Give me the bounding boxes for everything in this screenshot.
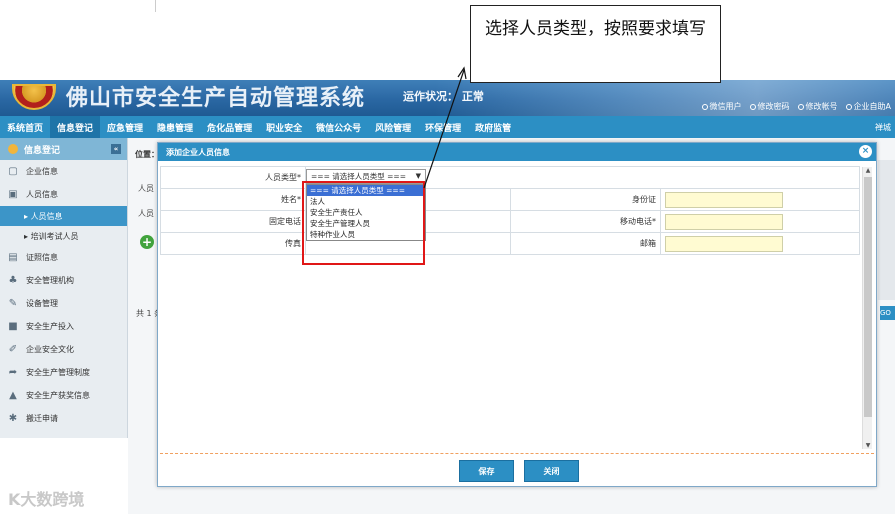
sidebar-header[interactable]: 信息登记 « [0, 138, 127, 160]
bg-label-1: 人员 [138, 184, 154, 193]
fax-label: 传真 [160, 232, 306, 255]
power-icon [845, 103, 852, 110]
person-card-icon: ▣ [8, 188, 18, 200]
right-scroll[interactable] [878, 160, 895, 300]
folder-icon [8, 144, 18, 154]
sidebar-item-awards[interactable]: ▲ 安全生产获奖信息 [0, 384, 127, 407]
email-label: 邮箱 [510, 232, 661, 255]
edit-icon: ✐ [8, 343, 18, 355]
scroll-thumb[interactable] [864, 177, 872, 417]
person-form: 人员类型* 姓名* 身份证 固定电话 移动电话* 传真 邮箱 [160, 166, 860, 255]
system-title: 佛山市安全生产自动管理系统 [66, 86, 366, 111]
bg-label-2: 人员 [138, 209, 154, 218]
watermark-logo: K大数跨境 [8, 490, 85, 509]
nav-chemicals[interactable]: 危化品管理 [200, 116, 259, 138]
id-input[interactable] [665, 191, 783, 208]
collapse-icon[interactable]: « [111, 144, 121, 154]
header-link-account[interactable]: 修改帐号 [797, 101, 838, 112]
sidebar-item-equipment[interactable]: ✎ 设备管理 [0, 292, 127, 315]
form-row: 固定电话 移动电话* [160, 210, 860, 233]
form-row: 人员类型* [160, 166, 860, 189]
scroll-up-icon[interactable]: ▲ [863, 167, 873, 174]
form-row: 姓名* 身份证 [160, 188, 860, 211]
save-button[interactable]: 保存 [459, 460, 514, 482]
nav-risk[interactable]: 风险管理 [368, 116, 418, 138]
close-button[interactable]: 关闭 [524, 460, 579, 482]
sidebar-item-company[interactable]: ▢ 企业信息 [0, 160, 127, 183]
modal-header: 添加企业人员信息 × [158, 143, 876, 161]
mobile-input[interactable] [665, 213, 783, 230]
person-type-label: 人员类型* [160, 166, 306, 189]
sidebar-sub-personnel-info[interactable]: ▸ 人员信息 [0, 206, 127, 226]
annotation-callout: 选择人员类型，按照要求填写 [470, 5, 721, 83]
group-icon: ♣ [8, 274, 18, 286]
email-cell [660, 232, 860, 255]
sidebar-item-organization[interactable]: ♣ 安全管理机构 [0, 269, 127, 292]
nav-occupational[interactable]: 职业安全 [259, 116, 309, 138]
modal-title: 添加企业人员信息 [166, 147, 230, 157]
share-icon: ➦ [8, 366, 18, 378]
nav-info-register[interactable]: 信息登记 [50, 116, 101, 138]
breadcrumb: 位置： [135, 150, 159, 159]
go-button[interactable]: GO [880, 306, 895, 320]
close-icon[interactable]: × [859, 145, 872, 158]
wrench-icon: ✎ [8, 297, 18, 309]
email-input[interactable] [665, 235, 783, 252]
power-icon [701, 103, 708, 110]
nav-government[interactable]: 政府监管 [468, 116, 518, 138]
sidebar: 信息登记 « ▢ 企业信息 ▣ 人员信息 ▸ 人员信息 ▸ 培训考试人员 ▤ 证照信息… [0, 138, 128, 438]
modal-scrollbar[interactable]: ▲ ▼ [862, 167, 872, 449]
divider-line [155, 0, 156, 12]
modal-body: 人员类型* 姓名* 身份证 固定电话 移动电话* 传真 邮箱 === 请选择人员… [160, 163, 862, 453]
sidebar-sub-training[interactable]: ▸ 培训考试人员 [0, 226, 127, 246]
money-icon: ■ [8, 320, 18, 332]
sidebar-item-personnel[interactable]: ▣ 人员信息 [0, 183, 127, 206]
add-icon[interactable]: + [140, 235, 154, 249]
sidebar-item-rules[interactable]: ➦ 安全生产管理制度 [0, 361, 127, 384]
header-links: 微信用户 修改密码 修改帐号 企业自助A [701, 101, 891, 112]
header-link-password[interactable]: 修改密码 [749, 101, 790, 112]
sidebar-item-investment[interactable]: ■ 安全生产投入 [0, 315, 127, 338]
name-label: 姓名* [160, 188, 306, 211]
sidebar-item-culture[interactable]: ✐ 企业安全文化 [0, 338, 127, 361]
form-row: 传真 邮箱 [160, 232, 860, 255]
mobile-label: 移动电话* [510, 210, 661, 233]
power-icon [749, 103, 756, 110]
phone-label: 固定电话 [160, 210, 306, 233]
sidebar-item-relocation[interactable]: ✱ 搬迁申请 [0, 407, 127, 430]
license-icon: ▤ [8, 251, 18, 263]
header-link-selfservice[interactable]: 企业自助A [845, 101, 891, 112]
id-label: 身份证 [510, 188, 661, 211]
award-icon: ▲ [9, 389, 17, 401]
main-nav: 系统首页 信息登记 应急管理 隐患管理 危化品管理 职业安全 微信公众号 风险管… [0, 116, 895, 138]
add-person-modal: 添加企业人员信息 × 人员类型* 姓名* 身份证 固定电话 移动电话* 传真 邮… [157, 142, 877, 487]
scroll-down-icon[interactable]: ▼ [863, 442, 873, 449]
nav-environment[interactable]: 环保管理 [418, 116, 468, 138]
modal-divider [160, 453, 874, 454]
nav-home[interactable]: 系统首页 [0, 116, 50, 138]
nav-wechat[interactable]: 微信公众号 [309, 116, 368, 138]
status-text: 运作状况： 正常 [403, 90, 484, 103]
relocate-icon: ✱ [8, 412, 18, 424]
nav-hazard[interactable]: 隐患管理 [150, 116, 200, 138]
highlight-box [302, 181, 425, 265]
document-icon: ▢ [8, 165, 18, 177]
id-cell [660, 188, 860, 211]
mobile-cell [660, 210, 860, 233]
nav-district[interactable]: 禅城 [875, 122, 891, 133]
nav-emergency[interactable]: 应急管理 [100, 116, 150, 138]
header-link-wechat[interactable]: 微信用户 [701, 101, 742, 112]
sidebar-item-license[interactable]: ▤ 证照信息 [0, 246, 127, 269]
power-icon [797, 103, 804, 110]
